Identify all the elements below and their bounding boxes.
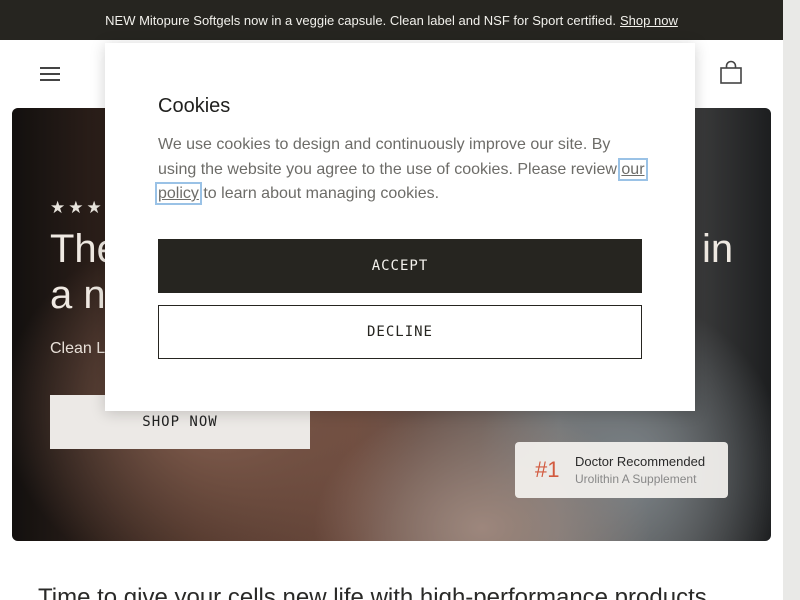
accept-cookies-button[interactable]: ACCEPT — [158, 239, 642, 293]
cookie-modal-body: We use cookies to design and continuousl… — [155, 133, 648, 207]
doctor-recommended-badge: #1 Doctor Recommended Urolithin A Supple… — [515, 442, 728, 498]
cookie-consent-modal: Cookies We use cookies to design and con… — [105, 43, 695, 411]
shopping-bag-icon[interactable] — [718, 60, 744, 86]
hero-subtitle: Clean L — [50, 340, 106, 357]
cookie-modal-title: Cookies — [158, 95, 231, 117]
announcement-text: NEW Mitopure Softgels now in a veggie ca… — [105, 12, 617, 28]
announcement-shop-link[interactable]: Shop now — [620, 13, 678, 28]
rating-stars: ★★★ — [50, 198, 105, 217]
badge-number: #1 — [535, 457, 560, 482]
cookie-body-text-after: to learn about managing cookies. — [198, 185, 440, 202]
hamburger-menu-icon[interactable] — [38, 64, 62, 84]
cookie-body-text: We use cookies to design and continuousl… — [158, 136, 622, 178]
decline-cookies-button[interactable]: DECLINE — [158, 305, 642, 359]
page-scrollbar[interactable] — [783, 0, 800, 600]
announcement-bar: NEW Mitopure Softgels now in a veggie ca… — [0, 0, 783, 40]
section-heading: Time to give your cells new life with hi… — [38, 584, 707, 600]
hero-title-trailing: in — [702, 227, 734, 271]
badge-title: Doctor Recommended — [575, 454, 706, 469]
badge-subtitle: Urolithin A Supplement — [575, 472, 697, 486]
